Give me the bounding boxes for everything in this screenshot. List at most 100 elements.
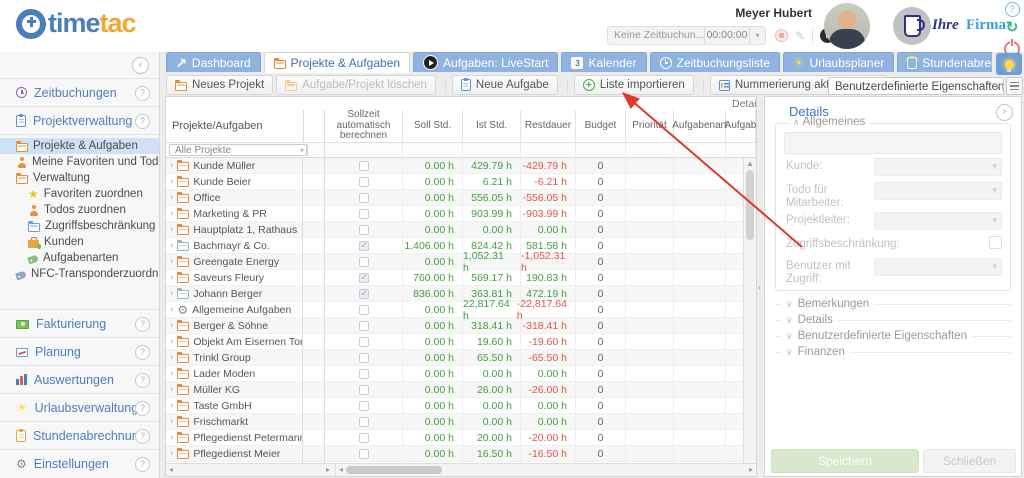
column-header-aufgabenart[interactable]: Aufgabenart bbox=[674, 110, 726, 142]
panel-expand-icon[interactable]: › bbox=[996, 104, 1013, 121]
tab-urlaubsplaner[interactable]: ☀Urlaubsplaner bbox=[783, 52, 894, 72]
filter-cell[interactable] bbox=[626, 143, 674, 157]
filter-cell[interactable] bbox=[325, 143, 403, 157]
table-row[interactable]: ›Johann Berger836.00 h363.81 h472.19 h0 bbox=[166, 286, 756, 302]
expand-icon[interactable]: › bbox=[170, 353, 173, 363]
expand-icon[interactable]: › bbox=[170, 305, 173, 315]
expand-icon[interactable]: › bbox=[170, 161, 173, 171]
auto-sollzeit-checkbox[interactable] bbox=[359, 289, 369, 299]
toolbar-button-neue-aufgabe[interactable]: Neue Aufgabe bbox=[452, 75, 558, 95]
column-header-restdauer[interactable]: Restdauer bbox=[521, 110, 576, 142]
toolbar-button-aufgabe-projekt-l-schen[interactable]: Aufgabe/Projekt löschen bbox=[276, 75, 436, 95]
sidebar-item-nfc-transponderzuordnung[interactable]: NFC-Transponderzuordnung bbox=[0, 266, 159, 282]
field-select[interactable] bbox=[874, 158, 1002, 176]
horizontal-scroll-thumb[interactable] bbox=[346, 466, 442, 474]
tracking-status[interactable]: Keine Zeitbuchun... bbox=[607, 26, 705, 45]
panel-collapse-handle[interactable] bbox=[757, 96, 764, 477]
expand-icon[interactable]: › bbox=[170, 225, 173, 235]
auto-sollzeit-checkbox[interactable] bbox=[359, 257, 369, 267]
expand-icon[interactable]: › bbox=[170, 321, 173, 331]
vertical-scrollbar[interactable]: ▲ ▼ bbox=[743, 158, 756, 471]
table-row[interactable]: ›Taste GmbH0.00 h0.00 h0.00 h0 bbox=[166, 398, 756, 414]
allgemeines-legend[interactable]: ∧Allgemeines bbox=[788, 116, 870, 128]
auto-sollzeit-checkbox[interactable] bbox=[359, 353, 369, 363]
column-header-projekte-aufgaben[interactable]: Projekte/Aufgaben bbox=[166, 110, 304, 142]
auto-sollzeit-checkbox[interactable] bbox=[359, 225, 369, 235]
scroll-left-icon[interactable]: ◂ bbox=[169, 465, 173, 474]
auto-sollzeit-checkbox[interactable] bbox=[359, 177, 369, 187]
columns-hscroll[interactable]: ◂ ▸ bbox=[336, 464, 756, 476]
tab-kalender[interactable]: 3Kalender bbox=[561, 52, 646, 72]
scroll-up-icon[interactable]: ▲ bbox=[744, 159, 756, 168]
tab-zeitbuchungsliste[interactable]: Zeitbuchungsliste bbox=[650, 52, 780, 72]
sidebar-item-projekte-aufgaben[interactable]: Projekte & Aufgaben bbox=[0, 138, 159, 154]
scroll-right-icon[interactable]: ▸ bbox=[326, 465, 330, 474]
column-header-priorit-t[interactable]: Priorität bbox=[626, 110, 674, 142]
project-filter-dropdown[interactable]: Alle Projekte bbox=[169, 144, 307, 156]
help-icon[interactable]: ? bbox=[135, 401, 150, 416]
expand-icon[interactable]: › bbox=[170, 433, 173, 443]
column-header-aufgab[interactable]: Aufgab bbox=[726, 110, 756, 142]
sidebar-item-todos-zuordnen[interactable]: Todos zuordnen bbox=[0, 202, 159, 218]
table-row[interactable]: ›Berger & Söhne0.00 h318.41 h-318.41 h0 bbox=[166, 318, 756, 334]
expand-icon[interactable]: › bbox=[170, 417, 173, 427]
auto-sollzeit-checkbox[interactable] bbox=[359, 401, 369, 411]
scroll-left-icon[interactable]: ◂ bbox=[339, 465, 343, 474]
sidebar-collapse-icon[interactable]: ‹ bbox=[132, 57, 149, 74]
table-row[interactable]: ›Marketing & PR0.00 h903.99 h-903.99 h0 bbox=[166, 206, 756, 222]
expand-icon[interactable]: › bbox=[170, 257, 173, 267]
table-row[interactable]: ›⚙Allgemeine Aufgaben0.00 h22,817.64 h-2… bbox=[166, 302, 756, 318]
table-row[interactable]: ›Bachmayr & Co.1,406.00 h824.42 h581.58 … bbox=[166, 238, 756, 254]
auto-sollzeit-checkbox[interactable] bbox=[359, 449, 369, 459]
table-row[interactable]: ›Saveurs Fleury760.00 h569.17 h190.83 h0 bbox=[166, 270, 756, 286]
expand-icon[interactable]: › bbox=[170, 273, 173, 283]
edit-tracking-icon[interactable]: ✎ bbox=[795, 29, 805, 43]
refresh-icon[interactable]: ↻ bbox=[1006, 21, 1019, 35]
filter-cell[interactable] bbox=[521, 143, 576, 157]
collapsed-section-details[interactable]: ∨Details bbox=[775, 313, 1011, 327]
help-icon[interactable]: ? bbox=[135, 317, 150, 332]
expand-icon[interactable]: › bbox=[170, 241, 173, 251]
sidebar-item-aufgabenarten[interactable]: Aufgabenarten bbox=[0, 250, 159, 266]
help-icon[interactable]: ? bbox=[1005, 2, 1020, 17]
auto-sollzeit-checkbox[interactable] bbox=[359, 385, 369, 395]
horizontal-scrollbar[interactable]: ◂ ▸ ◂ ▸ bbox=[166, 463, 756, 476]
expand-icon[interactable]: › bbox=[170, 449, 173, 459]
filter-cell[interactable] bbox=[576, 143, 626, 157]
expand-icon[interactable]: › bbox=[170, 193, 173, 203]
column-header-soll-std-[interactable]: Soll Std. bbox=[403, 110, 463, 142]
table-row[interactable]: ›Greengate Energy0.00 h1,052.31 h-1,052.… bbox=[166, 254, 756, 270]
auto-sollzeit-checkbox[interactable] bbox=[359, 305, 369, 315]
table-row[interactable]: ›Frischmarkt0.00 h0.00 h0.00 h0 bbox=[166, 414, 756, 430]
tab-dashboard[interactable]: ↗Dashboard bbox=[166, 52, 261, 72]
filter-cell[interactable] bbox=[674, 143, 726, 157]
tracking-dropdown-icon[interactable]: ▾ bbox=[750, 26, 766, 45]
expand-icon[interactable]: › bbox=[170, 289, 173, 299]
filter-cell[interactable] bbox=[726, 143, 756, 157]
auto-sollzeit-checkbox[interactable] bbox=[359, 273, 369, 283]
sidebar-section-projektverwaltung[interactable]: Projektverwaltung? bbox=[0, 107, 159, 134]
filter-cell[interactable] bbox=[463, 143, 521, 157]
column-header-budget[interactable]: Budget bbox=[576, 110, 626, 142]
help-icon[interactable]: ? bbox=[135, 373, 150, 388]
filter-cell[interactable] bbox=[403, 143, 463, 157]
scroll-right-icon[interactable]: ▸ bbox=[749, 465, 753, 474]
table-row[interactable]: ›Pflegedienst Petermann0.00 h20.00 h-20.… bbox=[166, 430, 756, 446]
sidebar-section-auswertungen[interactable]: Auswertungen? bbox=[0, 366, 159, 393]
auto-sollzeit-checkbox[interactable] bbox=[359, 337, 369, 347]
expand-icon[interactable]: › bbox=[170, 337, 173, 347]
stop-tracking-icon[interactable] bbox=[775, 29, 788, 42]
field-checkbox[interactable] bbox=[989, 236, 1002, 249]
help-icon[interactable]: ? bbox=[135, 457, 150, 472]
auto-sollzeit-checkbox[interactable] bbox=[359, 369, 369, 379]
vertical-scroll-thumb[interactable] bbox=[746, 170, 754, 240]
table-row[interactable]: ›Kunde Müller0.00 h429.79 h-429.79 h0 bbox=[166, 158, 756, 174]
collapsed-section-bemerkungen[interactable]: ∨Bemerkungen bbox=[775, 297, 1011, 311]
table-row[interactable]: ›Office0.00 h556.05 h-556.05 h0 bbox=[166, 190, 756, 206]
sidebar-section-urlaubsverwaltung[interactable]: ☀Urlaubsverwaltung? bbox=[0, 394, 159, 421]
field-select[interactable] bbox=[874, 182, 1002, 200]
column-menu-button[interactable] bbox=[1006, 77, 1023, 95]
help-icon[interactable]: ? bbox=[135, 114, 150, 129]
sidebar-section-zeitbuchungen[interactable]: Zeitbuchungen? bbox=[0, 79, 159, 106]
collapsed-section-benutzerdefinierte-eigenschaften[interactable]: ∨Benutzerdefinierte Eigenschaften bbox=[775, 329, 1011, 343]
